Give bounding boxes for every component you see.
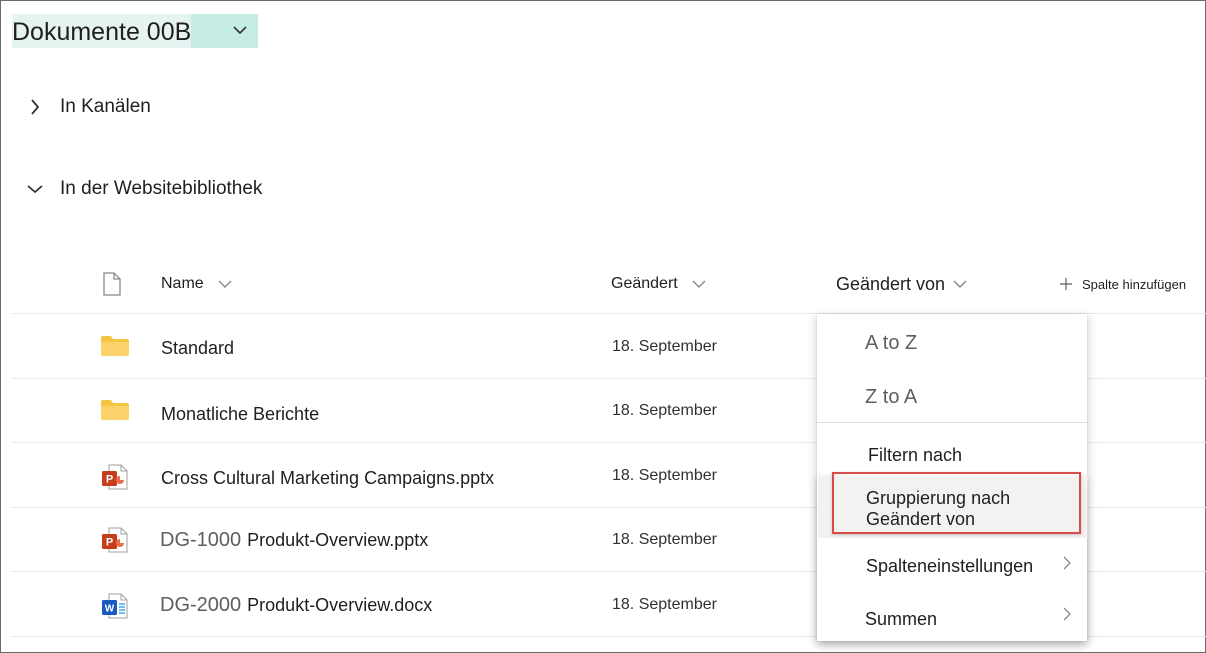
chevron-down-icon xyxy=(233,26,247,35)
menu-item-totals[interactable]: Summen xyxy=(865,606,1065,632)
plus-icon xyxy=(1060,278,1072,290)
chevron-down-icon xyxy=(953,280,967,288)
section-in-kanaelen[interactable]: In Kanälen xyxy=(24,96,151,118)
library-title[interactable]: Dokumente 00B xyxy=(12,14,259,48)
file-name[interactable]: Cross Cultural Marketing Campaigns.pptx xyxy=(161,468,494,489)
column-header-label: Name xyxy=(161,275,204,292)
chevron-right-icon xyxy=(24,96,46,118)
file-name[interactable]: DG-1000 Produkt-Overview.pptx xyxy=(160,529,428,552)
menu-item-label: Z to A xyxy=(865,385,918,408)
folder-icon xyxy=(101,400,129,420)
library-switch-button[interactable] xyxy=(191,14,259,48)
svg-text:W: W xyxy=(105,604,115,615)
file-name[interactable]: Standard xyxy=(161,338,234,359)
chevron-right-icon xyxy=(1063,607,1071,621)
document-id: DG-2000 xyxy=(160,594,242,616)
menu-separator xyxy=(817,422,1087,423)
chevron-down-icon xyxy=(24,178,46,200)
menu-item-sort-descending[interactable]: Z to A xyxy=(865,384,1065,410)
word-icon: W xyxy=(102,593,128,619)
column-header-modified-by[interactable]: Geändert von xyxy=(836,262,967,306)
menu-item-column-settings[interactable]: Spalteneinstellungen xyxy=(866,553,1076,579)
menu-item-label: Filtern nach xyxy=(868,444,963,465)
menu-item-label: A to Z xyxy=(865,331,918,354)
powerpoint-icon: P xyxy=(102,527,128,553)
section-websitebibliothek[interactable]: In der Websitebibliothek xyxy=(24,178,262,200)
menu-item-filter[interactable]: Filtern nach xyxy=(868,442,1068,468)
document-id: DG-1000 xyxy=(160,529,242,551)
file-name[interactable]: Monatliche Berichte xyxy=(161,404,319,425)
file-type-column-header[interactable] xyxy=(102,262,122,306)
add-column-label: Spalte hinzufügen xyxy=(1082,276,1187,292)
svg-text:P: P xyxy=(106,537,113,549)
svg-text:P: P xyxy=(106,474,113,486)
column-header-label: Geändert von xyxy=(836,273,946,294)
file-name[interactable]: DG-2000 Produkt-Overview.docx xyxy=(160,594,432,617)
powerpoint-icon: P xyxy=(102,464,128,490)
chevron-down-icon xyxy=(692,280,706,288)
menu-item-label: Summen xyxy=(865,608,938,629)
menu-item-sort-ascending[interactable]: A to Z xyxy=(865,330,1065,356)
document-icon xyxy=(103,272,121,296)
column-header-label: Geändert xyxy=(611,275,678,292)
callout-highlight-box xyxy=(832,472,1081,534)
modified-date: 18. September xyxy=(612,338,717,355)
chevron-down-icon xyxy=(218,280,232,288)
column-header-modified[interactable]: Geändert xyxy=(611,262,706,306)
column-header-name[interactable]: Name xyxy=(161,262,232,306)
section-label: In Kanälen xyxy=(60,96,151,117)
file-name-text: Produkt-Overview.docx xyxy=(247,595,433,615)
menu-item-label: Spalteneinstellungen xyxy=(866,555,1034,576)
library-title-text: Dokumente 00B xyxy=(12,14,192,48)
modified-date: 18. September xyxy=(612,402,717,419)
modified-date: 18. September xyxy=(612,531,717,548)
file-name-text: Produkt-Overview.pptx xyxy=(247,530,429,550)
section-label: In der Websitebibliothek xyxy=(60,178,263,199)
folder-icon xyxy=(101,336,129,356)
chevron-right-icon xyxy=(1063,556,1071,570)
modified-date: 18. September xyxy=(612,467,717,484)
add-column-button[interactable]: Spalte hinzufügen xyxy=(1060,262,1186,306)
modified-date: 18. September xyxy=(612,596,717,613)
